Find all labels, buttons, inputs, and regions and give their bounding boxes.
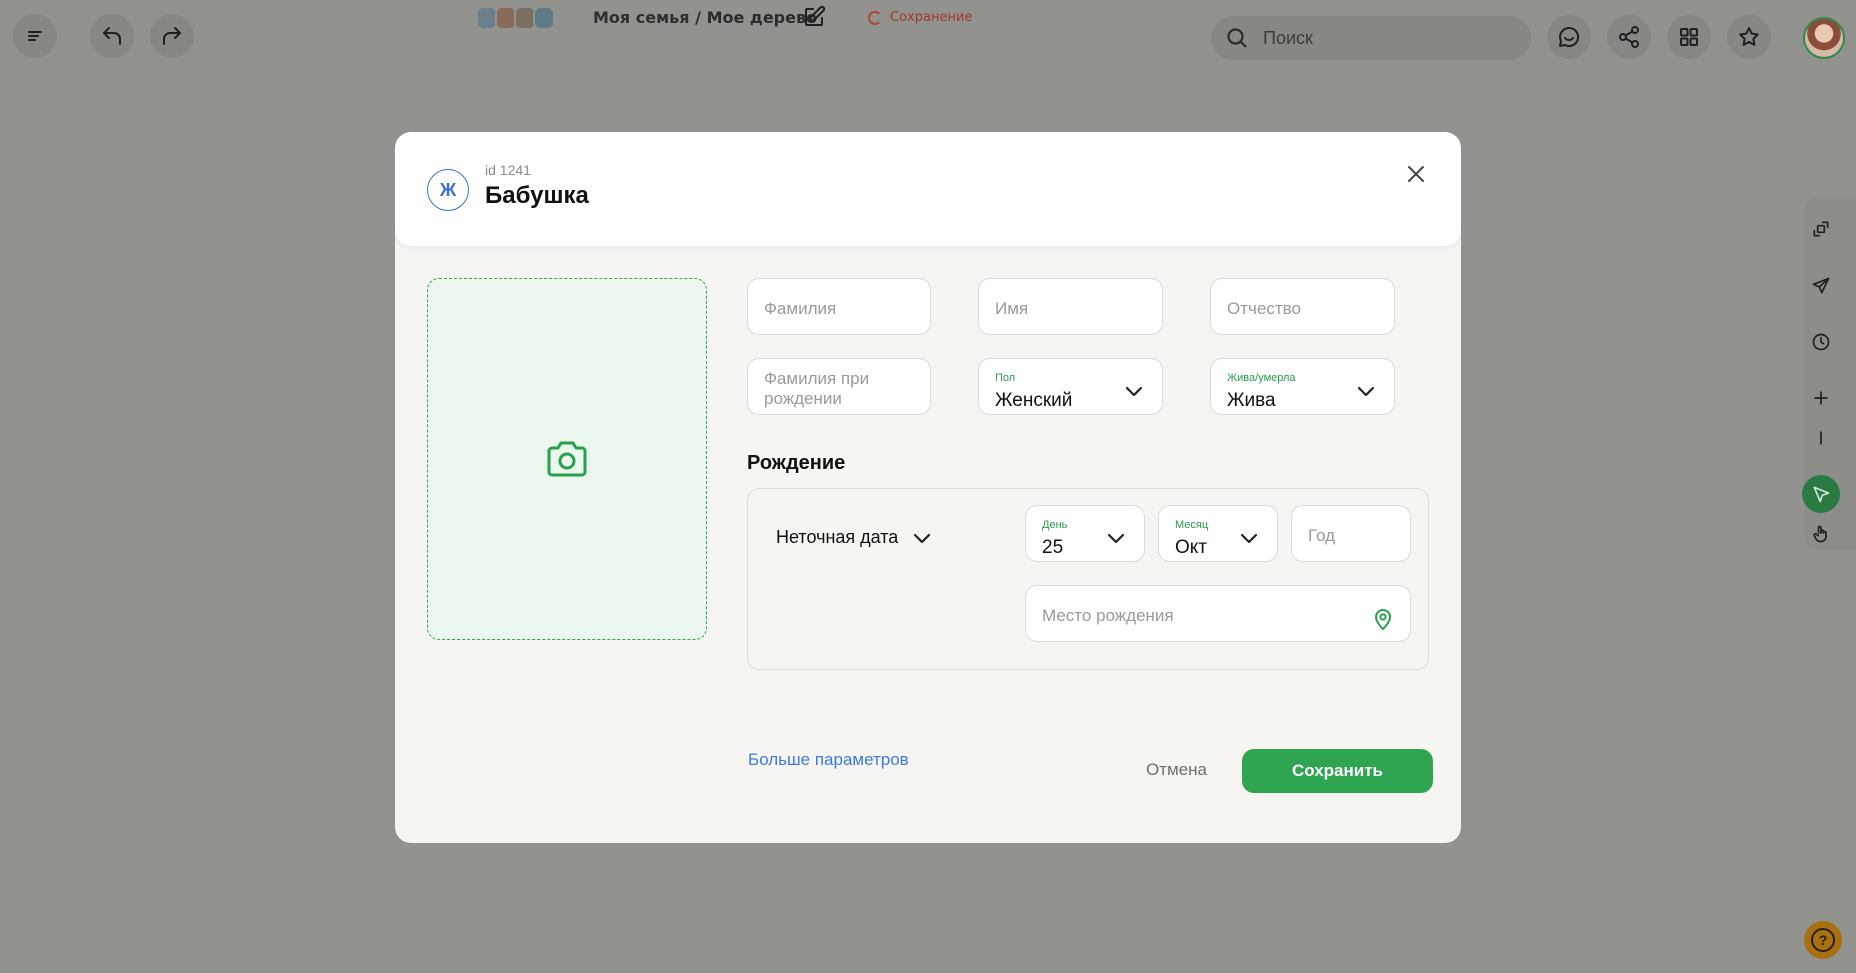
birth-last-name-placeholder: Фамилия при рождении — [764, 369, 870, 408]
birth-place-field[interactable]: Место рождения — [1025, 585, 1411, 642]
share-icon — [1619, 26, 1639, 48]
hand-tool-button[interactable] — [1802, 515, 1840, 553]
birth-month-select[interactable]: Месяц Окт — [1158, 505, 1278, 562]
chevron-down-icon — [1124, 384, 1144, 398]
search-icon — [1227, 28, 1247, 48]
photo-upload-area[interactable] — [427, 278, 707, 640]
breadcrumb-separator: / — [695, 8, 701, 27]
day-label: День — [1042, 519, 1068, 531]
day-value: 25 — [1042, 537, 1064, 558]
share-button[interactable] — [1607, 15, 1651, 59]
close-button[interactable] — [1404, 162, 1428, 186]
history-button[interactable] — [1802, 323, 1840, 361]
hand-icon — [1813, 525, 1827, 543]
chevron-down-icon — [1239, 531, 1259, 545]
search-input[interactable] — [1263, 27, 1493, 49]
month-value: Окт — [1175, 537, 1208, 558]
minus-icon — [1820, 431, 1822, 445]
save-button[interactable]: Сохранить — [1242, 749, 1433, 793]
apps-grid-button[interactable] — [1667, 15, 1711, 59]
chevron-down-icon — [1356, 384, 1376, 398]
help-button[interactable]: ? — [1804, 921, 1842, 959]
zoom-in-button[interactable] — [1802, 379, 1840, 417]
fit-screen-button[interactable] — [1802, 210, 1840, 248]
last-name-field[interactable]: Фамилия — [747, 278, 931, 335]
search-bar[interactable] — [1211, 16, 1531, 60]
expand-icon — [1813, 221, 1829, 237]
redo-icon — [163, 27, 181, 45]
more-parameters-link[interactable]: Больше параметров — [748, 750, 909, 770]
camera-icon — [547, 441, 587, 477]
breadcrumb-tree[interactable]: Мое дерево — [707, 8, 818, 27]
chat-icon — [1559, 26, 1580, 47]
undo-icon — [103, 27, 121, 45]
chevron-down-icon — [914, 533, 931, 543]
alive-status-label: Жива/умерла — [1227, 372, 1296, 384]
user-avatar[interactable] — [1803, 17, 1845, 59]
saving-status: Сохранение — [868, 10, 972, 25]
date-type-value: Неточная дата — [776, 527, 899, 547]
member-avatar — [533, 6, 555, 30]
cancel-button[interactable]: Отмена — [1146, 760, 1207, 780]
date-type-select[interactable]: Неточная дата — [776, 527, 932, 548]
month-label: Месяц — [1175, 519, 1209, 531]
gender-value: Женский — [995, 390, 1073, 411]
patronymic-placeholder: Отчество — [1227, 299, 1301, 318]
saving-status-text: Сохранение — [890, 10, 973, 25]
location-pin-icon[interactable] — [1372, 607, 1394, 631]
birth-section-title: Рождение — [747, 452, 846, 474]
first-name-placeholder: Имя — [995, 299, 1029, 318]
grid-icon — [1680, 28, 1698, 46]
chat-button[interactable] — [1547, 15, 1591, 59]
birth-last-name-field[interactable]: Фамилия при рождении — [747, 358, 931, 415]
first-name-field[interactable]: Имя — [978, 278, 1163, 335]
person-name: Бабушка — [485, 182, 589, 209]
favorites-button[interactable] — [1727, 15, 1771, 59]
edit-tree-name-button[interactable] — [802, 5, 826, 29]
close-icon — [1408, 166, 1424, 182]
gender-label: Пол — [995, 372, 1016, 384]
birth-place-placeholder: Место рождения — [1042, 606, 1174, 625]
star-icon — [1739, 27, 1759, 46]
plus-icon — [1814, 391, 1828, 405]
birth-day-select[interactable]: День 25 — [1025, 505, 1145, 562]
menu-icon — [28, 31, 42, 41]
send-icon — [1812, 277, 1830, 294]
breadcrumb: Моя семья / Мое дерево — [593, 8, 817, 27]
alive-status-select[interactable]: Жива/умерла Жива — [1210, 358, 1395, 415]
clock-icon — [1812, 333, 1830, 351]
redo-button[interactable] — [150, 14, 194, 58]
spinner-icon — [868, 10, 882, 25]
gender-select[interactable]: Пол Женский — [978, 358, 1163, 415]
chevron-down-icon — [1106, 531, 1126, 545]
send-button[interactable] — [1802, 267, 1840, 305]
dialog-header: Ж id 1241 Бабушка — [395, 132, 1461, 246]
menu-button[interactable] — [13, 14, 57, 58]
select-tool-button[interactable] — [1802, 475, 1840, 513]
person-id: id 1241 — [485, 162, 531, 178]
gender-badge: Ж — [427, 169, 469, 211]
family-members-avatars[interactable] — [476, 6, 555, 30]
undo-button[interactable] — [90, 14, 134, 58]
breadcrumb-family[interactable]: Моя семья — [593, 8, 690, 27]
pencil-icon — [805, 5, 826, 26]
year-placeholder: Год — [1308, 526, 1336, 545]
alive-status-value: Жива — [1227, 390, 1276, 411]
person-edit-dialog: Ж id 1241 Бабушка Фамилия Имя Отчество Ф… — [395, 132, 1461, 843]
zoom-out-button[interactable] — [1802, 419, 1840, 457]
top-bar: Моя семья / Мое дерево Сохранение — [0, 0, 1856, 73]
question-icon: ? — [1811, 928, 1835, 952]
birth-year-field[interactable]: Год — [1291, 505, 1411, 562]
last-name-placeholder: Фамилия — [764, 299, 837, 318]
patronymic-field[interactable]: Отчество — [1210, 278, 1395, 335]
cursor-icon — [1813, 486, 1830, 503]
